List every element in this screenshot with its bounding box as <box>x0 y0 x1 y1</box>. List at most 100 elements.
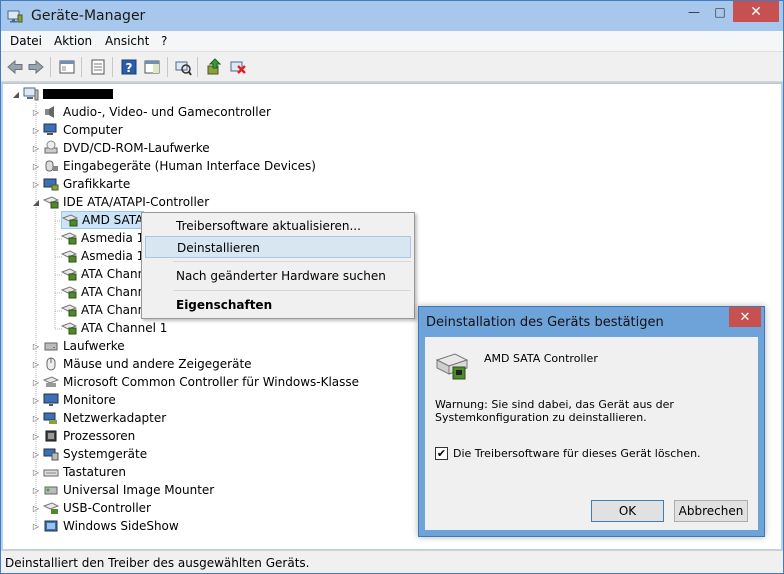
tree-category-label: Windows SideShow <box>63 519 179 533</box>
tree-device-label: ATA Channel 1 <box>81 321 168 335</box>
expand-icon[interactable]: ▷ <box>31 161 41 171</box>
tree-category[interactable]: ▷ Grafikkarte <box>31 175 130 193</box>
network-adapter-icon <box>43 412 57 424</box>
close-icon: ✕ <box>750 3 762 20</box>
expand-icon[interactable]: ▷ <box>31 467 41 477</box>
tree-root-computer[interactable]: ◢ <box>11 85 113 103</box>
svg-text:?: ? <box>126 61 133 75</box>
expand-icon[interactable]: ▷ <box>31 413 41 423</box>
expand-icon[interactable]: ▷ <box>31 125 41 135</box>
expand-icon[interactable]: ▷ <box>31 449 41 459</box>
tree-device-item[interactable]: ATA Chann <box>61 283 145 301</box>
tree-category[interactable]: ▷ Windows SideShow <box>31 517 179 535</box>
display-adapter-icon <box>43 178 59 191</box>
tree-device-item[interactable]: AMD SATA <box>61 211 145 229</box>
tree-category[interactable]: ▷ USB-Controller <box>31 499 151 517</box>
device-manager-icon <box>7 10 23 23</box>
menu-bar: Datei Aktion Ansicht ? <box>1 31 783 52</box>
collapse-icon[interactable]: ◢ <box>11 89 21 99</box>
tree-category[interactable]: ▷ Eingabegeräte (Human Interface Devices) <box>31 157 316 175</box>
tree-device-item[interactable]: Asmedia 10 <box>61 229 152 247</box>
menu-update-driver[interactable]: Treibersoftware aktualisieren... <box>145 215 411 237</box>
menu-uninstall[interactable]: Deinstallieren <box>145 236 411 258</box>
tree-category[interactable]: ▷ Mäuse und andere Zeigegeräte <box>31 355 252 373</box>
tree-category[interactable]: ▷ Laufwerke <box>31 337 125 355</box>
title-bar[interactable]: Geräte-Manager — □ ✕ <box>1 1 783 31</box>
tree-category[interactable]: ▷ Netzwerkadapter <box>31 409 166 427</box>
disk-drive-icon <box>44 342 58 351</box>
computer-icon <box>23 87 39 101</box>
controller-icon <box>61 304 77 317</box>
expand-icon[interactable]: ▷ <box>31 341 41 351</box>
action-pane-icon[interactable] <box>143 58 161 76</box>
expand-icon[interactable]: ▷ <box>31 521 41 531</box>
tree-category[interactable]: ▷ Systemgeräte <box>31 445 147 463</box>
expand-icon[interactable]: ▷ <box>31 377 41 387</box>
minimize-button[interactable]: — <box>681 1 707 22</box>
show-hide-console-icon[interactable] <box>58 58 76 76</box>
expand-icon[interactable]: ▷ <box>31 503 41 513</box>
toolbar-separator <box>81 57 82 77</box>
tree-category[interactable]: ▷ Microsoft Common Controller für Windows… <box>31 373 359 391</box>
ok-button[interactable]: OK <box>591 500 664 522</box>
toolbar-separator <box>112 57 113 77</box>
dialog-warning-text: Warnung: Sie sind dabei, das Gerät aus d… <box>435 398 674 424</box>
maximize-icon: □ <box>714 4 726 19</box>
scan-hardware-icon[interactable] <box>174 58 192 76</box>
tree-category[interactable]: ▷ Computer <box>31 121 123 139</box>
expand-icon[interactable]: ▷ <box>31 485 41 495</box>
tree-category[interactable]: ▷ Audio-, Video- und Gamecontroller <box>31 103 271 121</box>
tree-category[interactable]: ▷ Prozessoren <box>31 427 135 445</box>
update-driver-icon[interactable] <box>205 58 223 76</box>
menu-scan-hardware[interactable]: Nach geänderter Hardware suchen <box>145 265 411 287</box>
menu-datei[interactable]: Datei <box>10 34 42 48</box>
expand-icon[interactable]: ▷ <box>31 179 41 189</box>
usb-icon <box>43 502 59 514</box>
tree-device-item[interactable]: Asmedia 10 <box>61 247 152 265</box>
tree-device-label: ATA Chann <box>81 285 146 299</box>
expand-icon[interactable]: ▷ <box>31 431 41 441</box>
maximize-button[interactable]: □ <box>707 1 733 22</box>
expand-icon[interactable]: ▷ <box>31 395 41 405</box>
properties-icon[interactable] <box>89 58 107 76</box>
tree-category-label: DVD/CD-ROM-Laufwerke <box>63 141 210 155</box>
context-menu: Treibersoftware aktualisieren... Deinsta… <box>141 212 415 319</box>
cancel-button[interactable]: Abbrechen <box>674 500 748 522</box>
menu-ansicht[interactable]: Ansicht <box>105 34 149 48</box>
menu-aktion[interactable]: Aktion <box>54 34 92 48</box>
close-button[interactable]: ✕ <box>733 1 779 22</box>
forward-arrow-icon[interactable] <box>27 58 45 76</box>
tree-device-item[interactable]: ATA Chann <box>61 265 145 283</box>
expand-icon[interactable]: ▷ <box>31 359 41 369</box>
delete-driver-checkbox[interactable]: ✔ <box>435 447 448 460</box>
mouse-icon <box>46 357 56 371</box>
uninstall-device-icon[interactable] <box>229 58 247 76</box>
status-bar: Deinstalliert den Treiber des ausgewählt… <box>1 550 783 573</box>
computer-icon <box>43 123 57 135</box>
expand-icon[interactable]: ▷ <box>31 143 41 153</box>
controller-icon <box>61 322 77 335</box>
help-icon[interactable]: ? <box>120 58 138 76</box>
tree-category[interactable]: ▷ Tastaturen <box>31 463 126 481</box>
tree-category-label: Microsoft Common Controller für Windows-… <box>63 375 360 389</box>
tree-device-item[interactable]: ATA Chann <box>61 301 145 319</box>
tree-category[interactable]: ▷ Monitore <box>31 391 116 409</box>
tree-device-label: AMD SATA <box>82 213 144 227</box>
delete-driver-checkbox-label[interactable]: Die Treibersoftware für dieses Gerät lös… <box>453 447 701 460</box>
image-mounter-icon <box>44 486 58 495</box>
collapse-icon[interactable]: ◢ <box>31 197 41 207</box>
tree-category[interactable]: ▷ DVD/CD-ROM-Laufwerke <box>31 139 210 157</box>
status-text: Deinstalliert den Treiber des ausgewählt… <box>5 556 310 570</box>
expand-icon[interactable]: ▷ <box>31 107 41 117</box>
controller-class-icon <box>43 376 59 387</box>
menu-help[interactable]: ? <box>161 34 167 48</box>
confirm-uninstall-dialog: Deinstallation des Geräts bestätigen ✕ A… <box>418 306 765 537</box>
tree-category[interactable]: ▷ Universal Image Mounter <box>31 481 214 499</box>
tree-category-label: Systemgeräte <box>63 447 148 461</box>
menu-properties[interactable]: Eigenschaften <box>145 294 411 316</box>
tree-category[interactable]: ◢ IDE ATA/ATAPI-Controller <box>31 193 209 211</box>
tree-device-item[interactable]: ATA Channel 1 <box>61 319 167 337</box>
tree-category-label: Audio-, Video- und Gamecontroller <box>63 105 271 119</box>
back-arrow-icon[interactable] <box>6 58 24 76</box>
dialog-close-button[interactable]: ✕ <box>729 307 761 327</box>
